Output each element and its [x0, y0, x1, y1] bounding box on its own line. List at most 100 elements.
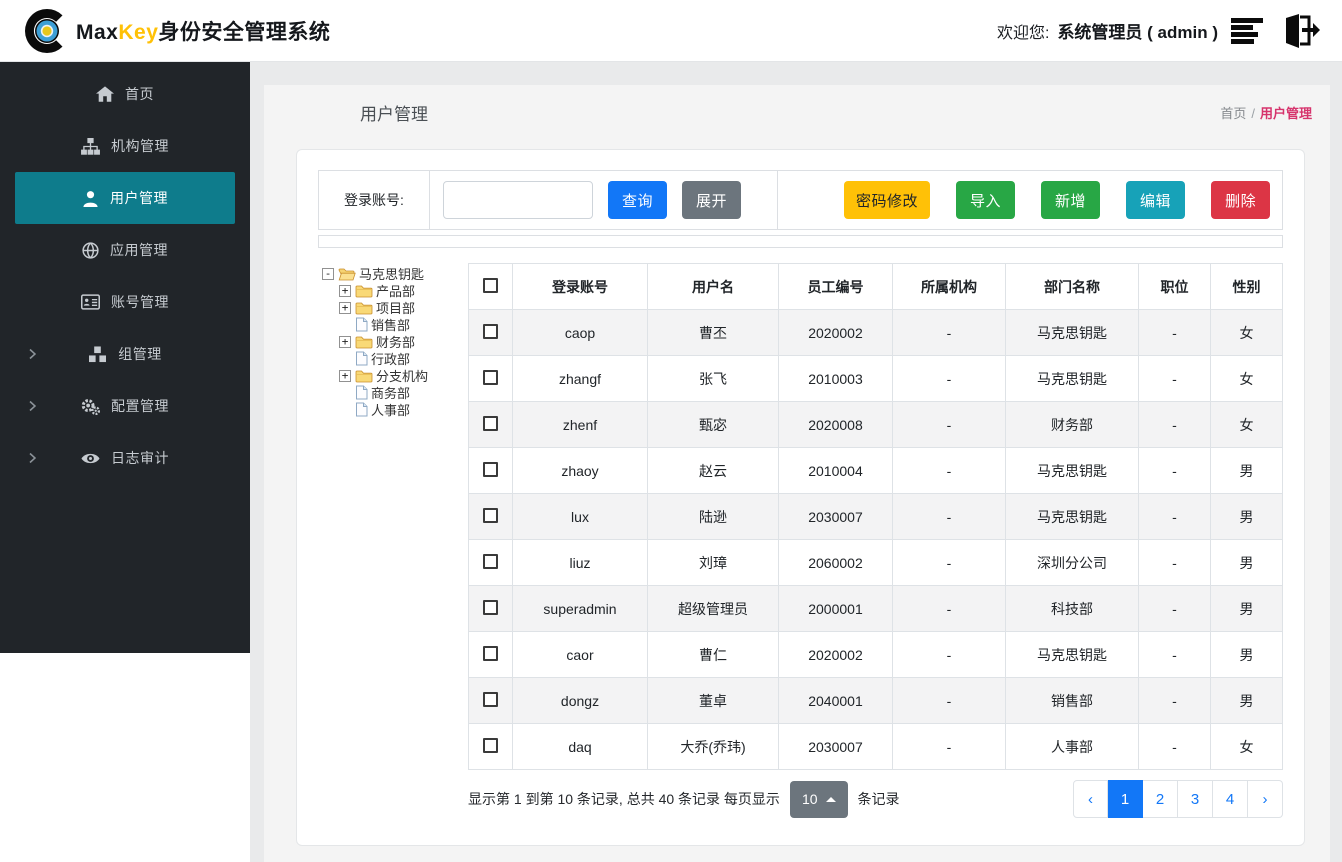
expand-node-icon[interactable]: +: [339, 301, 351, 314]
maxkey-logo-icon: [22, 6, 72, 56]
logout-icon[interactable]: [1278, 13, 1320, 49]
query-button[interactable]: 查询: [608, 181, 668, 219]
pagination-next[interactable]: ›: [1248, 780, 1283, 818]
tree-node-人事部[interactable]: 人事部: [318, 401, 468, 418]
file-icon: [355, 317, 368, 332]
cell: 马克思钥匙: [1005, 631, 1139, 678]
cell: 2020002: [778, 631, 893, 678]
id-card-icon: [81, 294, 100, 310]
cell: 人事部: [1005, 723, 1139, 770]
table-row[interactable]: caop 曹丕 2020002- 马克思钥匙 - 女: [468, 309, 1283, 356]
add-button[interactable]: 新增: [1041, 181, 1101, 219]
cell: -: [892, 677, 1006, 724]
cell: 马克思钥匙: [1005, 309, 1139, 356]
cell: -: [892, 447, 1006, 494]
cell: -: [1138, 631, 1211, 678]
cell: -: [1138, 355, 1211, 402]
table-row[interactable]: superadmin 超级管理员 2000001- 科技部 - 男: [468, 585, 1283, 632]
sidebar-item-应用管理[interactable]: 应用管理: [0, 224, 250, 276]
file-icon: [355, 385, 368, 400]
sidebar-item-用户管理[interactable]: 用户管理: [15, 172, 235, 224]
edit-button[interactable]: 编辑: [1126, 181, 1186, 219]
sidebar-item-配置管理[interactable]: 配置管理: [0, 380, 250, 432]
sitemap-icon: [81, 137, 100, 155]
sidebar-item-账号管理[interactable]: 账号管理: [0, 276, 250, 328]
column-header-员工编号: 员工编号: [778, 263, 893, 310]
sidebar-item-组管理[interactable]: 组管理: [0, 328, 250, 380]
expand-node-icon[interactable]: +: [339, 335, 351, 348]
table-row[interactable]: zhenf 甄宓 2020008- 财务部 - 女: [468, 401, 1283, 448]
sidebar-item-label: 组管理: [118, 346, 162, 362]
row-checkbox[interactable]: [483, 645, 498, 661]
tree-node-马克思钥匙[interactable]: - 马克思钥匙: [318, 265, 468, 282]
table-row[interactable]: caor 曹仁 2020002- 马克思钥匙 - 男: [468, 631, 1283, 678]
tree-node-销售部[interactable]: 销售部: [318, 316, 468, 333]
cell: 2000001: [778, 585, 893, 632]
login-account-input[interactable]: [443, 181, 593, 219]
pagination-page-3[interactable]: 3: [1178, 780, 1213, 818]
gears-icon: [81, 398, 100, 415]
row-checkbox[interactable]: [483, 415, 498, 431]
cell: 男: [1210, 677, 1283, 724]
table-row[interactable]: daq 大乔(乔玮) 2030007- 人事部 - 女: [468, 723, 1283, 770]
pagination-page-1[interactable]: 1: [1108, 780, 1143, 818]
sidebar-item-label: 账号管理: [111, 294, 169, 310]
expand-button[interactable]: 展开: [682, 181, 742, 219]
table-row[interactable]: liuz 刘璋 2060002- 深圳分公司 - 男: [468, 539, 1283, 586]
tree-node-分支机构[interactable]: + 分支机构: [318, 367, 468, 384]
row-select-cell: [468, 309, 513, 356]
row-select-cell: [468, 631, 513, 678]
select-all-checkbox[interactable]: [483, 277, 498, 293]
tree-node-商务部[interactable]: 商务部: [318, 384, 468, 401]
table-row[interactable]: zhangf 张飞 2010003- 马克思钥匙 - 女: [468, 355, 1283, 402]
cell: 马克思钥匙: [1005, 355, 1139, 402]
cell: 女: [1210, 401, 1283, 448]
cell: -: [892, 355, 1006, 402]
row-checkbox[interactable]: [483, 369, 498, 385]
cell: -: [1138, 309, 1211, 356]
tree-node-产品部[interactable]: + 产品部: [318, 282, 468, 299]
sidebar-item-日志审计[interactable]: 日志审计: [0, 432, 250, 484]
row-checkbox[interactable]: [483, 691, 498, 707]
column-header-性别: 性别: [1210, 263, 1283, 310]
collapse-node-icon[interactable]: -: [322, 267, 334, 280]
tree-node-项目部[interactable]: + 项目部: [318, 299, 468, 316]
row-checkbox[interactable]: [483, 599, 498, 615]
brand-logo[interactable]: MaxKey身份安全管理系统: [22, 6, 330, 56]
row-checkbox[interactable]: [483, 323, 498, 339]
table-row[interactable]: dongz 董卓 2040001- 销售部 - 男: [468, 677, 1283, 724]
page-size-dropdown[interactable]: 10: [789, 780, 848, 818]
table-row[interactable]: zhaoy 赵云 2010004- 马克思钥匙 - 男: [468, 447, 1283, 494]
sidebar-item-首页[interactable]: 首页: [0, 68, 250, 120]
change-password-button[interactable]: 密码修改: [844, 181, 931, 219]
expand-node-icon[interactable]: +: [339, 369, 351, 382]
eye-icon: [81, 451, 100, 466]
delete-button[interactable]: 删除: [1211, 181, 1271, 219]
tree-node-行政部[interactable]: 行政部: [318, 350, 468, 367]
column-header-部门名称: 部门名称: [1005, 263, 1139, 310]
import-button[interactable]: 导入: [956, 181, 1016, 219]
row-checkbox[interactable]: [483, 461, 498, 477]
cell: 深圳分公司: [1005, 539, 1139, 586]
sidebar-item-机构管理[interactable]: 机构管理: [0, 120, 250, 172]
pagination-prev[interactable]: ‹: [1073, 780, 1108, 818]
row-checkbox[interactable]: [483, 553, 498, 569]
cell: 刘璋: [647, 539, 779, 586]
cell: -: [892, 585, 1006, 632]
row-checkbox[interactable]: [483, 507, 498, 523]
cell: liuz: [512, 539, 648, 586]
pagination-page-4[interactable]: 4: [1213, 780, 1248, 818]
sidebar-item-label: 配置管理: [111, 398, 169, 414]
tree-node-财务部[interactable]: + 财务部: [318, 333, 468, 350]
row-select-cell: [468, 493, 513, 540]
sidebar-item-label: 机构管理: [111, 138, 169, 154]
breadcrumb-home-link[interactable]: 首页: [1220, 106, 1246, 121]
table-footer: 显示第 1 到第 10 条记录, 总共 40 条记录 每页显示 10 条记录 ‹…: [468, 780, 1283, 818]
pagination-page-2[interactable]: 2: [1143, 780, 1178, 818]
menu-icon[interactable]: [1230, 15, 1266, 47]
table-row[interactable]: lux 陆逊 2030007- 马克思钥匙 - 男: [468, 493, 1283, 540]
cell: -: [1138, 447, 1211, 494]
row-checkbox[interactable]: [483, 737, 498, 753]
cell: -: [1138, 677, 1211, 724]
expand-node-icon[interactable]: +: [339, 284, 351, 297]
